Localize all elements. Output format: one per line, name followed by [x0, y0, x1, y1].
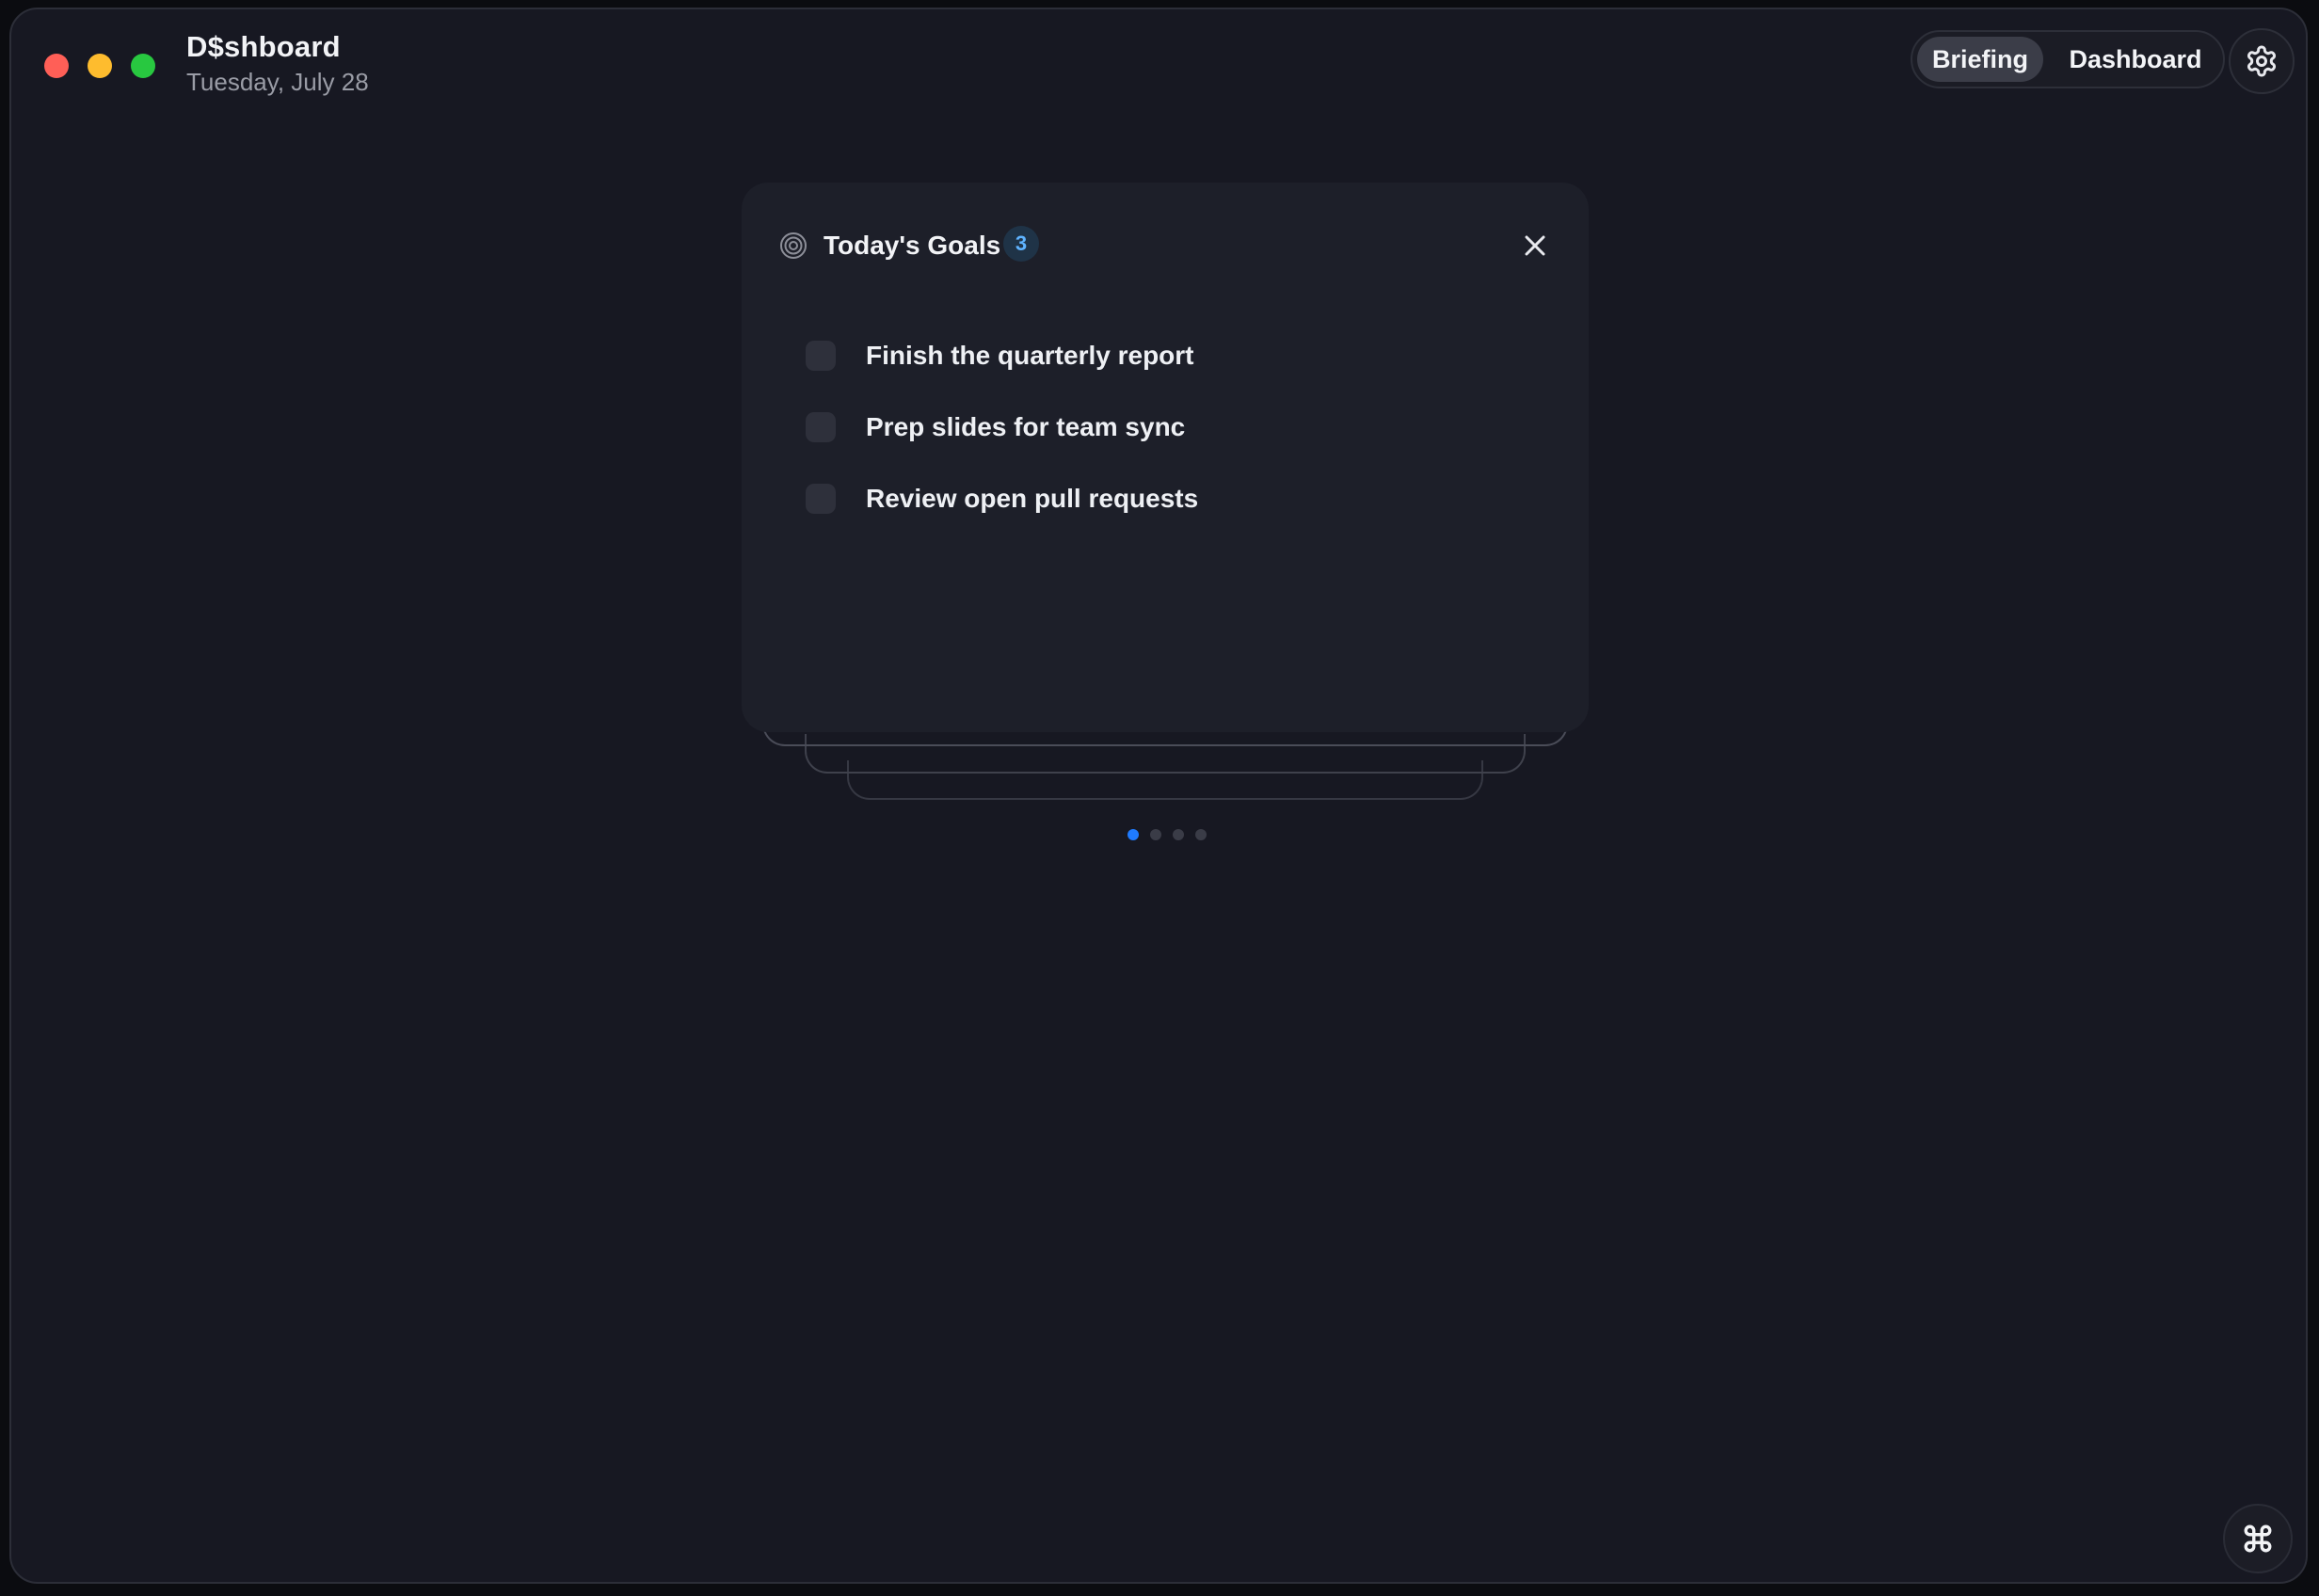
tab-dashboard[interactable]: Dashboard: [2054, 37, 2217, 82]
zoom-window-button[interactable]: [131, 54, 155, 78]
pager-dot-2[interactable]: [1150, 829, 1161, 840]
card-title: Today's Goals: [824, 231, 1001, 260]
settings-button[interactable]: [2229, 28, 2295, 94]
pager-dot-4[interactable]: [1195, 829, 1207, 840]
app-title: D$shboard: [186, 30, 341, 63]
close-card-button[interactable]: [1515, 226, 1555, 265]
minimize-window-button[interactable]: [88, 54, 112, 78]
current-date: Tuesday, July 28: [186, 68, 369, 96]
goal-item: Finish the quarterly report: [806, 320, 1198, 391]
goal-text: Review open pull requests: [866, 484, 1199, 513]
goal-text: Finish the quarterly report: [866, 341, 1194, 370]
goals-list: Finish the quarterly report Prep slides …: [806, 320, 1198, 535]
gear-icon: [2247, 45, 2276, 77]
view-switcher: Briefing Dashboard: [1911, 30, 2225, 88]
close-icon: [1525, 235, 1545, 256]
goal-checkbox[interactable]: [806, 341, 836, 371]
goals-card: Today's Goals 3 Finish the quarterly rep…: [742, 183, 1589, 732]
goal-item: Review open pull requests: [806, 463, 1198, 535]
command-button[interactable]: [2223, 1504, 2293, 1573]
goal-checkbox[interactable]: [806, 484, 836, 514]
goal-count-badge: 3: [1003, 226, 1039, 262]
app-window: D$shboard Tuesday, July 28 Briefing Dash…: [9, 8, 2308, 1584]
card-pager: [1128, 829, 1207, 840]
command-icon: [2244, 1524, 2272, 1553]
goal-item: Prep slides for team sync: [806, 391, 1198, 463]
pager-dot-1[interactable]: [1128, 829, 1139, 840]
tab-briefing[interactable]: Briefing: [1917, 37, 2043, 82]
goal-text: Prep slides for team sync: [866, 412, 1186, 441]
close-window-button[interactable]: [44, 54, 69, 78]
pager-dot-3[interactable]: [1173, 829, 1184, 840]
goal-checkbox[interactable]: [806, 412, 836, 442]
target-icon: [780, 232, 807, 259]
